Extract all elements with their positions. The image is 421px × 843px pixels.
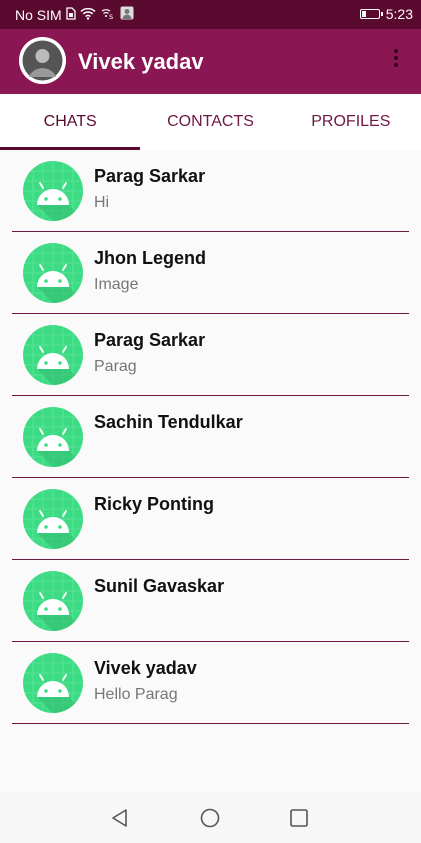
app-title: Vivek yadav (78, 49, 204, 74)
carrier-label: No SIM (15, 6, 62, 23)
chat-list-item[interactable]: Ricky Ponting (0, 478, 421, 560)
status-left: No SIM s (15, 6, 134, 23)
chat-list-item[interactable]: Sunil Gavaskar (0, 560, 421, 642)
tab-contacts[interactable]: CONTACTS (140, 94, 280, 150)
chat-last-message: Hello Parag (94, 686, 178, 703)
android-avatar-icon (23, 325, 83, 385)
chat-list-item[interactable]: Parag Sarkar Hi (0, 150, 421, 232)
chat-list: Parag Sarkar Hi Jhon Legend Image Parag … (0, 150, 421, 724)
chat-contact-name: Parag Sarkar (94, 330, 206, 350)
chat-last-message: Parag (94, 358, 137, 375)
chat-contact-name: Vivek yadav (94, 658, 197, 678)
android-avatar-icon (23, 571, 83, 631)
tab-bar: CHATS CONTACTS PROFILES (0, 94, 421, 150)
android-avatar-icon (23, 243, 83, 303)
chat-list-item[interactable]: Jhon Legend Image (0, 232, 421, 314)
chat-last-message: Image (94, 276, 139, 293)
chat-contact-name: Jhon Legend (94, 248, 206, 268)
recent-apps-icon[interactable] (290, 809, 308, 832)
status-bar: No SIM s 5:23 (0, 0, 421, 29)
svg-text:s: s (109, 12, 113, 20)
android-avatar-icon (23, 489, 83, 549)
wifi-icon (80, 7, 96, 23)
android-avatar-icon (23, 161, 83, 221)
navigation-bar (0, 793, 421, 843)
android-avatar-icon (23, 653, 83, 713)
chat-contact-name: Sunil Gavaskar (94, 576, 225, 596)
chat-contact-name: Sachin Tendulkar (94, 412, 243, 432)
chat-list-item[interactable]: Vivek yadav Hello Parag (0, 642, 421, 724)
tab-profiles[interactable]: PROFILES (281, 94, 421, 150)
status-time: 5:23 (385, 6, 413, 22)
back-icon[interactable] (110, 808, 130, 833)
chat-last-message: Hi (94, 194, 110, 211)
chat-list-item[interactable]: Sachin Tendulkar (0, 396, 421, 478)
chat-divider (12, 722, 409, 724)
android-avatar-icon (23, 407, 83, 467)
chat-contact-name: Parag Sarkar (94, 166, 206, 186)
chat-contact-name: Ricky Ponting (94, 494, 215, 514)
more-vert-icon[interactable] (391, 49, 401, 73)
status-right: 5:23 (359, 6, 413, 22)
user-avatar-icon[interactable] (19, 37, 66, 84)
app-bar: Vivek yadav (0, 29, 421, 94)
home-icon[interactable] (200, 808, 220, 833)
sim-card-icon (66, 6, 76, 23)
app-notification-icon (120, 6, 134, 23)
tab-chats[interactable]: CHATS (0, 94, 141, 150)
data-signal-icon: s (100, 7, 116, 23)
chat-list-item[interactable]: Parag Sarkar Parag (0, 314, 421, 396)
battery-icon (359, 9, 383, 19)
